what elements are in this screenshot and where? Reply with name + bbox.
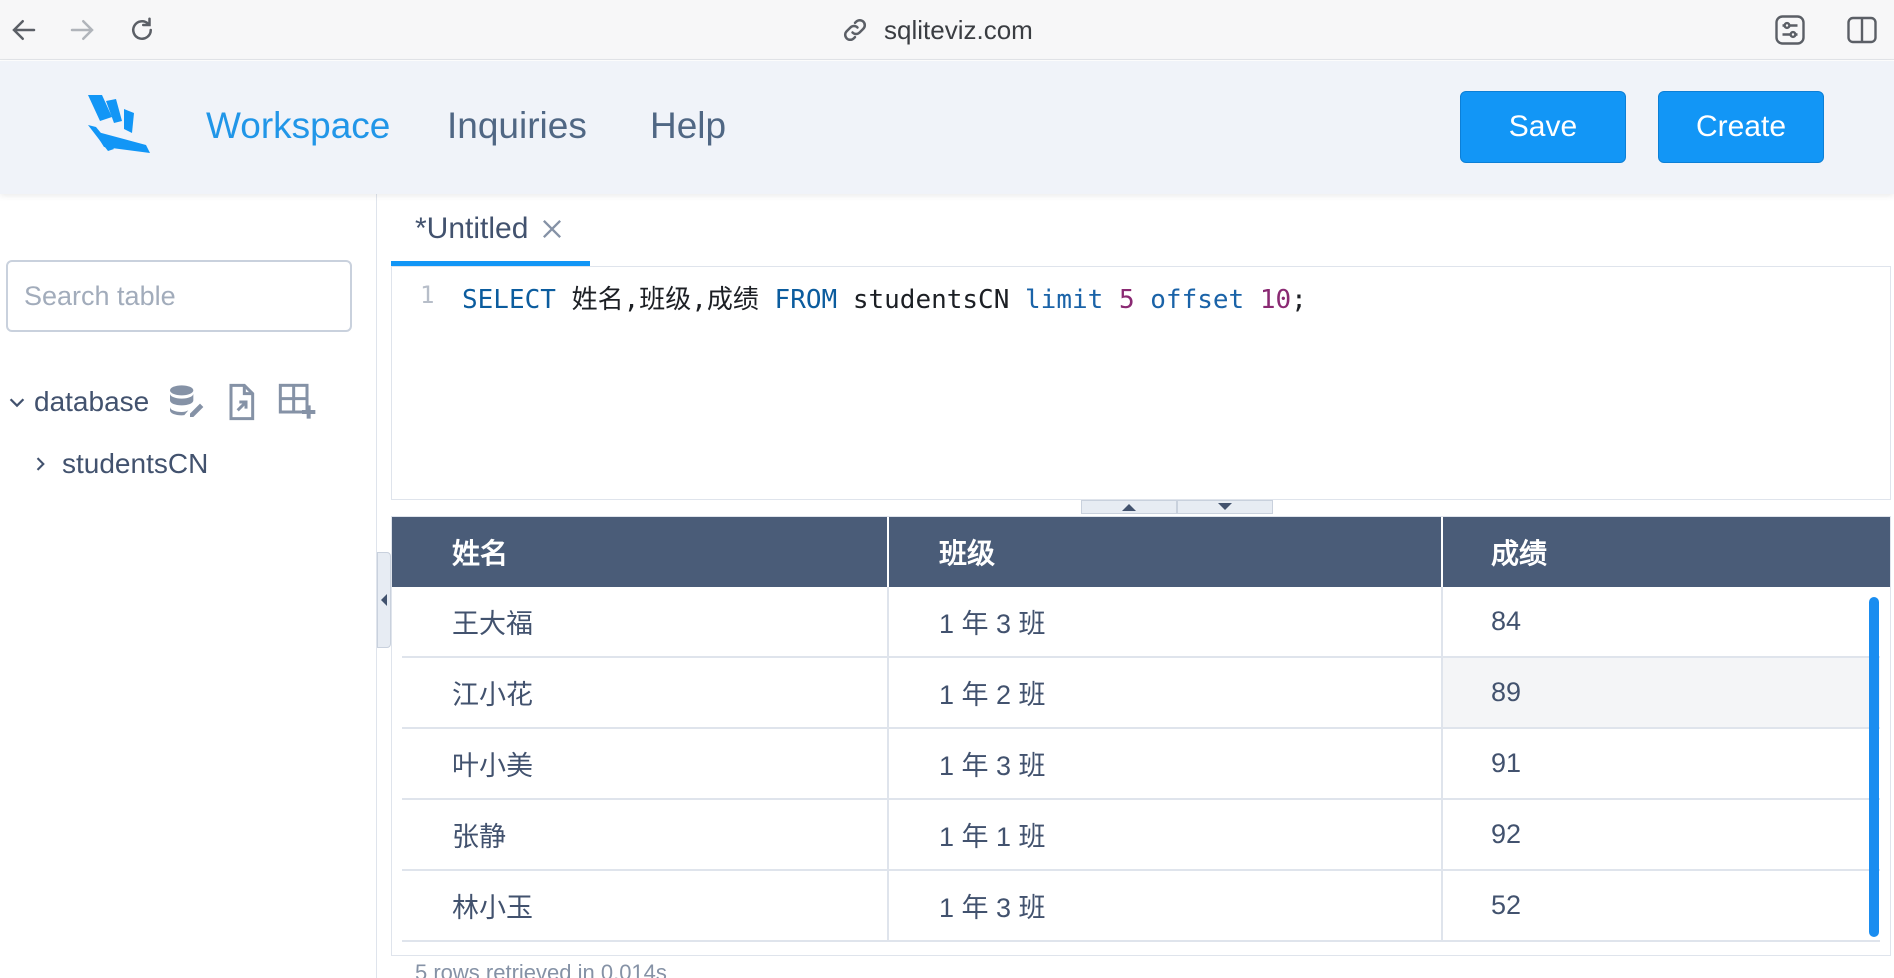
result-table: 姓名 班级 成绩 王大福 1 年 3 班 84 江小花 1 年 2 班 89 叶… xyxy=(391,516,1891,956)
table-cell[interactable]: 52 xyxy=(1443,871,1880,940)
table-cell[interactable]: 张静 xyxy=(402,800,889,869)
panel-splitter[interactable] xyxy=(1081,500,1273,514)
table-label: studentsCN xyxy=(62,448,209,479)
sql-keyword-limit: limit xyxy=(1025,285,1104,315)
reload-icon[interactable] xyxy=(122,10,162,50)
address-bar[interactable]: sqliteviz.com xyxy=(840,8,1033,52)
sql-table: studentsCN xyxy=(837,285,1026,315)
table-row: 王大福 1 年 3 班 84 xyxy=(402,587,1880,658)
browser-toolbar: sqliteviz.com xyxy=(0,0,1894,60)
back-arrow-icon[interactable] xyxy=(4,10,44,50)
sql-semicolon: ; xyxy=(1291,285,1307,315)
sql-code[interactable]: SELECT 姓名,班级,成绩 FROM studentsCN limit 5 … xyxy=(462,279,1307,316)
table-cell[interactable]: 89 xyxy=(1443,658,1880,727)
sidebar-collapse-handle[interactable] xyxy=(377,552,391,648)
search-table-input[interactable] xyxy=(6,260,352,332)
table-cell[interactable]: 1 年 3 班 xyxy=(889,729,1443,798)
database-node[interactable]: database xyxy=(6,382,333,422)
column-header-name[interactable]: 姓名 xyxy=(392,517,889,587)
caret-up-icon xyxy=(1122,504,1136,511)
sql-keyword-select: SELECT xyxy=(462,285,556,315)
database-label: database xyxy=(34,386,150,417)
column-header-score[interactable]: 成绩 xyxy=(1443,517,1890,587)
table-cell[interactable]: 1 年 3 班 xyxy=(889,587,1443,656)
page-settings-icon[interactable] xyxy=(1772,12,1808,48)
table-row: 江小花 1 年 2 班 89 xyxy=(402,658,1880,729)
sqliteviz-logo-icon xyxy=(88,95,150,153)
save-button[interactable]: Save xyxy=(1460,91,1626,163)
table-cell[interactable]: 92 xyxy=(1443,800,1880,869)
create-button[interactable]: Create xyxy=(1658,91,1824,163)
sql-keyword-offset: offset xyxy=(1150,285,1245,315)
main-panel: *Untitled 1 SELECT 姓名,班级,成绩 FROM student… xyxy=(391,194,1894,978)
table-cell[interactable]: 林小玉 xyxy=(402,871,889,940)
nav-help[interactable]: Help xyxy=(650,105,726,147)
tab-title: *Untitled xyxy=(415,211,529,245)
sql-fields: 姓名,班级,成绩 xyxy=(555,285,775,315)
url-text: sqliteviz.com xyxy=(884,14,1033,45)
close-icon[interactable] xyxy=(538,215,566,243)
tab-untitled[interactable]: *Untitled xyxy=(391,196,590,266)
table-cell[interactable]: 王大福 xyxy=(402,587,889,656)
expand-down-button[interactable] xyxy=(1177,500,1273,514)
forward-arrow-icon[interactable] xyxy=(62,10,102,50)
table-cell[interactable]: 1 年 3 班 xyxy=(889,871,1443,940)
vertical-scrollbar[interactable] xyxy=(1869,597,1879,937)
table-header: 姓名 班级 成绩 xyxy=(392,517,1890,587)
result-status: 5 rows retrieved in 0.014s xyxy=(415,960,667,978)
table-cell[interactable]: 叶小美 xyxy=(402,729,889,798)
table-cell[interactable]: 84 xyxy=(1443,587,1880,656)
table-cell[interactable]: 1 年 1 班 xyxy=(889,800,1443,869)
expand-up-button[interactable] xyxy=(1081,500,1177,514)
link-icon xyxy=(843,18,867,42)
table-cell[interactable]: 1 年 2 班 xyxy=(889,658,1443,727)
sql-limit-value: 5 xyxy=(1103,285,1151,315)
line-number: 1 xyxy=(420,281,435,309)
database-edit-icon[interactable] xyxy=(165,382,205,422)
export-file-icon[interactable] xyxy=(221,382,261,422)
chevron-left-icon xyxy=(381,594,387,606)
nav-inquiries[interactable]: Inquiries xyxy=(447,105,587,147)
table-cell[interactable]: 91 xyxy=(1443,729,1880,798)
sql-editor[interactable]: 1 SELECT 姓名,班级,成绩 FROM studentsCN limit … xyxy=(391,266,1891,500)
sidebar-toggle-icon[interactable] xyxy=(1844,12,1880,48)
caret-down-icon xyxy=(1218,503,1232,510)
table-row: 叶小美 1 年 3 班 91 xyxy=(402,729,1880,800)
table-cell[interactable]: 江小花 xyxy=(402,658,889,727)
table-row: 林小玉 1 年 3 班 52 xyxy=(402,871,1880,942)
chevron-down-icon[interactable] xyxy=(6,391,28,413)
sql-offset-value: 10 xyxy=(1244,285,1292,315)
sql-keyword-from: FROM xyxy=(774,285,838,315)
app-header: Workspace Inquiries Help Save Create xyxy=(0,61,1894,194)
table-row: 张静 1 年 1 班 92 xyxy=(402,800,1880,871)
add-table-icon[interactable] xyxy=(277,382,317,422)
table-body: 王大福 1 年 3 班 84 江小花 1 年 2 班 89 叶小美 1 年 3 … xyxy=(402,587,1880,942)
table-node-studentscn[interactable]: studentsCN xyxy=(30,444,208,484)
chevron-right-icon[interactable] xyxy=(30,454,50,474)
column-header-class[interactable]: 班级 xyxy=(889,517,1443,587)
sidebar: database studentsCN xyxy=(0,194,377,978)
nav-workspace[interactable]: Workspace xyxy=(206,105,390,147)
